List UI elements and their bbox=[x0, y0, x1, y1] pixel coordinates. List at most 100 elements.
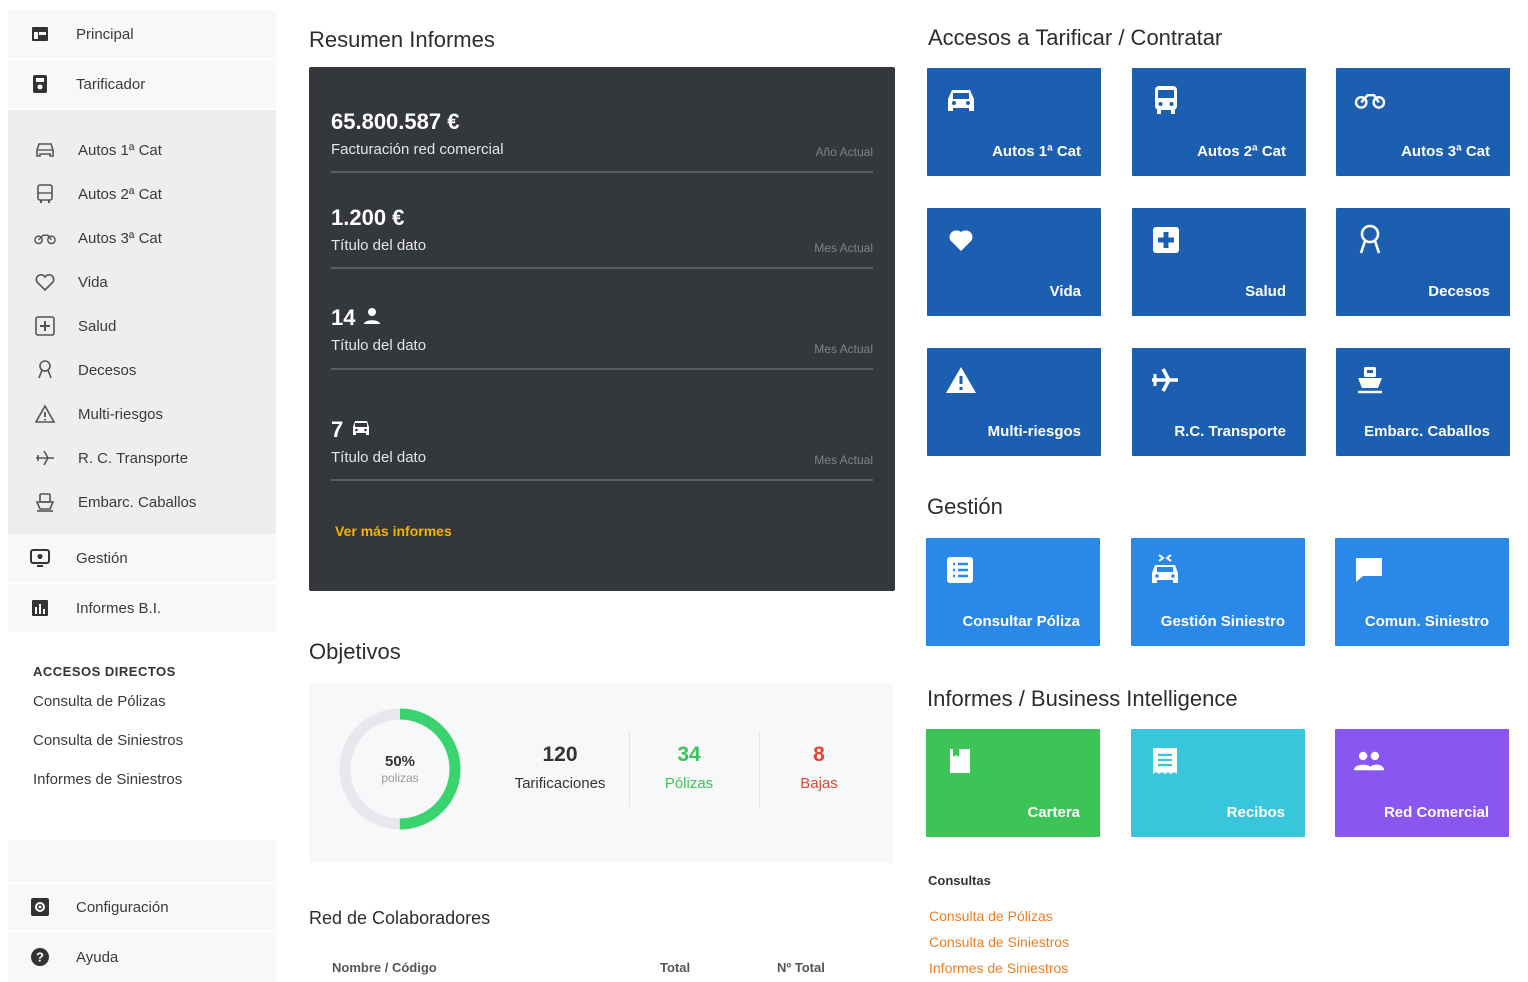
tile-label: Gestión Siniestro bbox=[1160, 613, 1285, 630]
car-icon bbox=[34, 139, 56, 161]
sidebar-item-principal[interactable]: Principal bbox=[8, 10, 276, 60]
stat-users: 14 Título del dato Mes Actual bbox=[331, 305, 873, 370]
tile-red-comercial[interactable]: Red Comercial bbox=[1335, 729, 1509, 837]
sidebar-bottom: Configuración ? Ayuda bbox=[8, 882, 276, 982]
sidebar-item-salud[interactable]: Salud bbox=[8, 304, 276, 348]
tile-decesos[interactable]: Decesos bbox=[1336, 208, 1510, 316]
shortcut-link[interactable]: Informes de Siniestros bbox=[33, 771, 276, 810]
kpi-label: Pólizas bbox=[664, 775, 714, 792]
sidebar-item-label: Autos 1ª Cat bbox=[78, 141, 162, 159]
tile-label: R.C. Transporte bbox=[1174, 423, 1286, 440]
sidebar-item-informes-bi[interactable]: Informes B.I. bbox=[8, 584, 276, 634]
calculator-icon bbox=[30, 74, 50, 94]
sidebar-item-label: Vida bbox=[78, 273, 108, 291]
sidebar-item-configuracion[interactable]: Configuración bbox=[8, 882, 276, 932]
stat-cars: 7 Título del dato Mes Actual bbox=[331, 417, 873, 481]
tile-embarc-caballos[interactable]: Embarc. Caballos bbox=[1336, 348, 1510, 456]
tile-gestion-siniestro[interactable]: Gestión Siniestro bbox=[1131, 538, 1305, 646]
sidebar-item-label: Ayuda bbox=[76, 948, 119, 966]
tile-label: Embarc. Caballos bbox=[1364, 423, 1490, 440]
sidebar-item-tarificador[interactable]: Tarificador bbox=[8, 60, 276, 110]
sidebar-item-rc-transporte[interactable]: R. C. Transporte bbox=[8, 436, 276, 480]
tile-comun-siniestro[interactable]: Comun. Siniestro bbox=[1335, 538, 1509, 646]
consultas-link[interactable]: Consulta de Siniestros bbox=[929, 934, 1069, 950]
kpi-bajas: 8 Bajas bbox=[754, 743, 884, 792]
sidebar-item-decesos[interactable]: Decesos bbox=[8, 348, 276, 392]
sidebar: Principal Tarificador Autos 1ª Cat Autos… bbox=[8, 10, 276, 982]
tile-label: Autos 1ª Cat bbox=[992, 143, 1081, 160]
bookmark-icon bbox=[944, 745, 976, 777]
reports-title: Informes / Business Intelligence bbox=[927, 686, 1238, 711]
tile-label: Salud bbox=[1245, 283, 1286, 300]
network-title: Red de Colaboradores bbox=[309, 908, 491, 928]
kpi-value: 120 bbox=[542, 743, 578, 766]
stat-label: Facturación red comercial bbox=[331, 141, 504, 158]
shortcut-link[interactable]: Consulta de Siniestros bbox=[33, 732, 276, 771]
tile-salud[interactable]: Salud bbox=[1132, 208, 1306, 316]
car-icon bbox=[351, 417, 371, 443]
stat-billing: 65.800.587 € Facturación red comercial A… bbox=[331, 109, 873, 173]
shortcut-link[interactable]: Consulta de Pólizas bbox=[33, 693, 276, 732]
sidebar-item-label: Gestión bbox=[76, 549, 128, 567]
sidebar-item-autos-2[interactable]: Autos 2ª Cat bbox=[8, 172, 276, 216]
sidebar-item-ayuda[interactable]: ? Ayuda bbox=[8, 932, 276, 982]
tile-label: Vida bbox=[1049, 283, 1081, 300]
plane-icon bbox=[1150, 364, 1182, 396]
sidebar-item-label: Salud bbox=[78, 317, 117, 335]
tile-autos-2[interactable]: Autos 2ª Cat bbox=[1132, 68, 1306, 176]
tile-autos-1[interactable]: Autos 1ª Cat bbox=[927, 68, 1101, 176]
sidebar-item-label: Embarc. Caballos bbox=[78, 493, 197, 511]
tile-label: Cartera bbox=[1027, 804, 1080, 821]
sidebar-item-label: Tarificador bbox=[76, 75, 146, 93]
stat-label: Título del dato bbox=[331, 449, 427, 466]
sidebar-item-gestion[interactable]: Gestión bbox=[8, 534, 276, 584]
more-reports-link[interactable]: Ver más informes bbox=[335, 523, 452, 539]
kpi-label: Bajas bbox=[800, 775, 838, 792]
heart-icon bbox=[34, 271, 56, 293]
column-header[interactable]: Nº Total bbox=[777, 960, 825, 975]
tile-multiriesgos[interactable]: Multi-riesgos bbox=[927, 348, 1101, 456]
user-icon bbox=[363, 305, 381, 331]
tile-label: Decesos bbox=[1428, 283, 1490, 300]
sidebar-item-autos-3[interactable]: Autos 3ª Cat bbox=[8, 216, 276, 260]
tile-autos-3[interactable]: Autos 3ª Cat bbox=[1336, 68, 1510, 176]
tile-consultar-poliza[interactable]: Consultar Póliza bbox=[926, 538, 1100, 646]
stat-value-text: 65.800.587 € bbox=[331, 109, 460, 134]
sidebar-item-embarc-caballos[interactable]: Embarc. Caballos bbox=[8, 480, 276, 524]
car-crash-icon bbox=[1149, 554, 1181, 586]
stat-period: Año Actual bbox=[815, 145, 873, 159]
motorcycle-icon bbox=[34, 227, 56, 249]
tile-rc-transporte[interactable]: R.C. Transporte bbox=[1132, 348, 1306, 456]
stat-value-text: 7 bbox=[331, 417, 344, 442]
settings-icon bbox=[30, 897, 50, 917]
ship-icon bbox=[1354, 364, 1386, 396]
sidebar-item-label: Autos 2ª Cat bbox=[78, 185, 162, 203]
tile-vida[interactable]: Vida bbox=[927, 208, 1101, 316]
stat-period: Mes Actual bbox=[814, 453, 873, 467]
consultas-link[interactable]: Informes de Siniestros bbox=[929, 960, 1068, 976]
receipt-icon bbox=[1149, 745, 1181, 777]
tile-recibos[interactable]: Recibos bbox=[1131, 729, 1305, 837]
tile-cartera[interactable]: Cartera bbox=[926, 729, 1100, 837]
tile-label: Comun. Siniestro bbox=[1364, 613, 1489, 630]
tile-label: Recibos bbox=[1226, 804, 1285, 821]
ring-label: polizas bbox=[381, 771, 419, 785]
kpi-value: 34 bbox=[677, 743, 701, 766]
medical-cross-icon bbox=[1150, 224, 1182, 256]
consultas-title: Consultas bbox=[928, 873, 991, 888]
column-header[interactable]: Total bbox=[660, 960, 690, 975]
car-icon bbox=[945, 84, 977, 116]
sidebar-item-vida[interactable]: Vida bbox=[8, 260, 276, 304]
stat-value: 1.200 € bbox=[331, 205, 873, 231]
consultas-link[interactable]: Consulta de Pólizas bbox=[929, 908, 1053, 924]
bar-chart-icon bbox=[30, 598, 50, 618]
stat-value: 14 bbox=[331, 305, 873, 331]
tile-label: Red Comercial bbox=[1383, 804, 1489, 821]
sidebar-item-autos-1[interactable]: Autos 1ª Cat bbox=[8, 128, 276, 172]
sidebar-item-label: Autos 3ª Cat bbox=[78, 229, 162, 247]
tile-label: Consultar Póliza bbox=[962, 613, 1080, 630]
summary-title: Resumen Informes bbox=[309, 27, 495, 52]
column-header[interactable]: Nombre / Código bbox=[332, 960, 437, 975]
sidebar-item-multiriesgos[interactable]: Multi-riesgos bbox=[8, 392, 276, 436]
help-icon: ? bbox=[30, 947, 50, 967]
